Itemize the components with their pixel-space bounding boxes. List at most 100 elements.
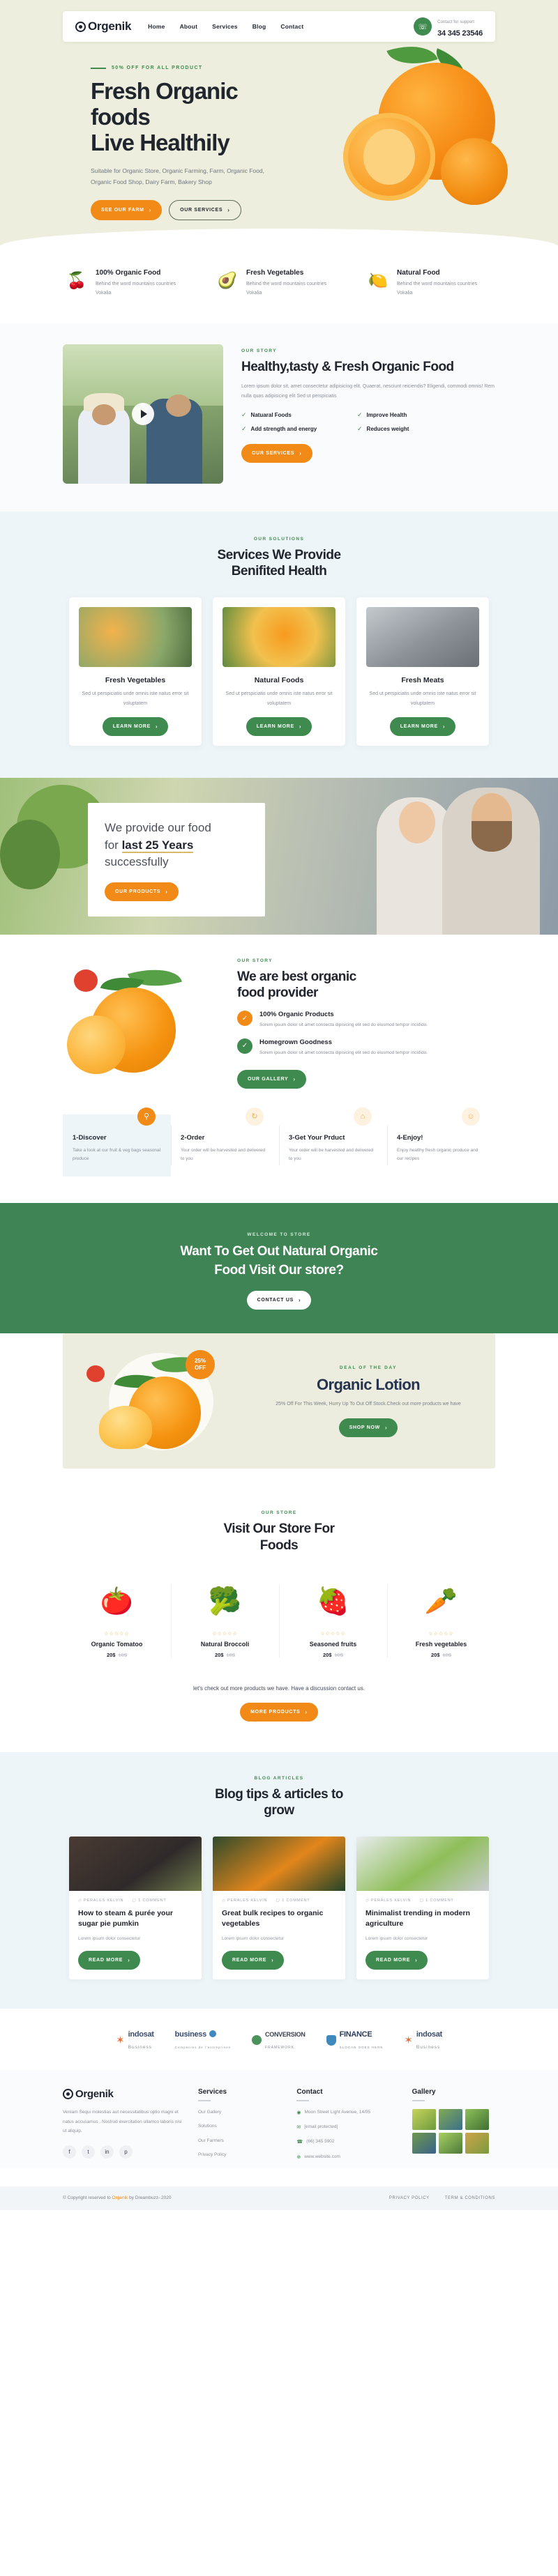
shield-icon xyxy=(326,2034,336,2046)
linkedin-icon[interactable]: in xyxy=(100,2145,114,2159)
footer-link-our-farmers[interactable]: Our Farmers xyxy=(198,2138,281,2145)
support-block[interactable]: ☏ Contact for support 34 345 23546 xyxy=(414,14,483,39)
our-products-button[interactable]: OUR PRODUCTS › xyxy=(105,882,179,902)
cta-title-line2: Food Visit Our store? xyxy=(214,1262,344,1278)
blog-card[interactable]: ◇ PERALES KELVIN ▢ 1 COMMENT How to steam … xyxy=(69,1837,202,1980)
rating-stars: ☆☆☆☆☆ xyxy=(320,1631,346,1636)
partner-logo-finance: FINANCE SLOGAN GOES HERE xyxy=(326,2028,384,2052)
location-icon: ◉ xyxy=(296,2110,301,2115)
user-icon: ◇ xyxy=(78,1899,82,1903)
cherries-icon: 🍒 xyxy=(66,271,87,290)
nav-item-contact[interactable]: Contact xyxy=(280,23,303,30)
footer-phone-text: (66) 345 5902 xyxy=(306,2139,335,2145)
hero-section: Orgenik Home About Services Blog Contact… xyxy=(0,0,558,245)
partner-logo-indosat-2: ✶ indosat Business xyxy=(404,2028,442,2052)
read-more-button[interactable]: READ MORE › xyxy=(222,1951,285,1970)
gallery-thumb[interactable] xyxy=(465,2108,489,2130)
step-item[interactable]: ↻ 2-Order Your order will be harvested a… xyxy=(171,1107,279,1176)
step-item[interactable]: ⌂ 3-Get Your Prduct Your order will be h… xyxy=(279,1107,387,1176)
nav-item-about[interactable]: About xyxy=(180,23,198,30)
read-more-button[interactable]: READ MORE › xyxy=(365,1951,428,1970)
see-our-farm-button[interactable]: SEE OUR FARM › xyxy=(91,199,163,220)
blog-meta: ◇ PERALES KELVIN ▢ 1 COMMENT xyxy=(356,1891,489,1903)
pinterest-icon[interactable]: p xyxy=(119,2145,133,2159)
smile-icon: ☺ xyxy=(462,1107,480,1126)
nav-item-home[interactable]: Home xyxy=(148,23,165,30)
nav-item-blog[interactable]: Blog xyxy=(252,23,266,30)
learn-more-button[interactable]: LEARN MORE › xyxy=(102,716,169,736)
check-label: Natuaral Foods xyxy=(250,412,292,419)
check-icon: ✓ xyxy=(241,425,247,433)
leaf-circle-icon xyxy=(63,2088,73,2099)
copyright-suffix: by Dreambuzz- 2020 xyxy=(128,2195,172,2201)
feature-text: Behind the word mountains countries Voka… xyxy=(397,281,478,296)
check-item: ✓ Improve Health xyxy=(357,411,455,419)
navbar-wrapper: Orgenik Home About Services Blog Contact… xyxy=(0,0,558,42)
play-button[interactable] xyxy=(132,402,154,425)
plus-circle-icon xyxy=(209,2030,217,2038)
footer-link-our-gallery[interactable]: Our Gallery xyxy=(198,2109,281,2116)
beard-shape xyxy=(472,820,512,852)
gallery-thumb[interactable] xyxy=(412,2132,436,2154)
user-icon: ◇ xyxy=(365,1899,370,1903)
facebook-icon[interactable]: f xyxy=(63,2145,76,2159)
provider-bullet: ✓ 100% Organic Products Sorem ipsum dolo… xyxy=(237,1011,495,1030)
footer-website[interactable]: ⊕ www.website.com xyxy=(296,2154,396,2161)
deal-text: 25% Off For This Week, Hurry Up To Out O… xyxy=(276,1402,461,1406)
check-label: Reduces weight xyxy=(366,426,409,433)
blog-image xyxy=(213,1837,345,1892)
provider-title: We are best organic food provider xyxy=(237,969,495,1001)
globe-icon: ⊕ xyxy=(296,2154,301,2160)
learn-more-button[interactable]: LEARN MORE › xyxy=(389,716,456,736)
user-icon: ◇ xyxy=(222,1899,226,1903)
partner-name: indosat xyxy=(416,2030,442,2039)
learn-more-button[interactable]: LEARN MORE › xyxy=(246,716,312,736)
shop-now-button[interactable]: SHOP NOW › xyxy=(338,1418,398,1437)
product-card[interactable]: 🍓 ☆☆☆☆☆ Seasoned fruits 20$ 10$ xyxy=(279,1572,387,1671)
gallery-thumb[interactable] xyxy=(412,2108,436,2130)
footer-logo[interactable]: Orgenik xyxy=(63,2088,183,2100)
our-gallery-button[interactable]: OUR GALLERY › xyxy=(237,1070,306,1089)
nav-item-services[interactable]: Services xyxy=(212,23,238,30)
blog-section: BLOG ARTICLES Blog tips & articles to gr… xyxy=(0,1751,558,2009)
logo[interactable]: Orgenik xyxy=(75,20,131,33)
bullet-title: 100% Organic Products xyxy=(259,1011,334,1019)
rating-stars: ☆☆☆☆☆ xyxy=(212,1631,238,1636)
gallery-thumb[interactable] xyxy=(465,2132,489,2154)
step-title: 1-Discover xyxy=(73,1133,107,1142)
blog-card[interactable]: ◇ PERALES KELVIN ▢ 1 COMMENT Minimalist tr… xyxy=(356,1837,489,1980)
about-services-button[interactable]: OUR SERVICES › xyxy=(241,444,312,463)
privacy-policy-link[interactable]: PRIVACY POLICY xyxy=(389,2196,430,2200)
gallery-thumb[interactable] xyxy=(438,2132,462,2154)
product-card[interactable]: 🥕 ☆☆☆☆☆ Fresh vegetables 20$ 10$ xyxy=(387,1572,495,1671)
step-item[interactable]: ☺ 4-Enjoy! Enjoy healthy fresh organic p… xyxy=(387,1107,495,1176)
about-video-thumbnail[interactable] xyxy=(63,344,223,484)
footer-email[interactable]: ✉ [email protected] xyxy=(296,2124,396,2131)
footer-website-text: www.website.com xyxy=(304,2154,340,2159)
read-more-button[interactable]: READ MORE › xyxy=(78,1951,141,1970)
copyright-bar: © Copyright reserved to Orgenik by Dream… xyxy=(0,2186,558,2210)
deal-eyebrow: DEAL OF THE DAY xyxy=(339,1365,398,1370)
product-card[interactable]: 🥦 ☆☆☆☆☆ Natural Broccoli 20$ 10$ xyxy=(171,1572,279,1671)
more-products-button[interactable]: MORE PRODUCTS › xyxy=(240,1702,318,1722)
copyright-brand: Orgenik xyxy=(112,2195,128,2201)
gallery-thumb[interactable] xyxy=(438,2108,462,2130)
footer-link-privacy-policy[interactable]: Privacy Policy xyxy=(198,2152,281,2159)
product-card[interactable]: 🍅 ☆☆☆☆☆ Organic Tomatoo 20$ 10$ xyxy=(63,1572,171,1671)
years-line2-prefix: for xyxy=(105,838,122,852)
blog-post-text: Lorem ipsum dolor consectetur xyxy=(365,1936,428,1942)
blog-post-text: Lorem ipsum dolor consectetur xyxy=(78,1936,141,1942)
contact-us-button[interactable]: CONTACT US › xyxy=(246,1291,312,1310)
footer-phone[interactable]: ☎ (66) 345 5902 xyxy=(296,2138,396,2146)
footer-link-solutions[interactable]: Solutions xyxy=(198,2123,281,2130)
step-item[interactable]: ⚲ 1-Discover Take a look at our fruit & … xyxy=(63,1107,171,1177)
terms-link[interactable]: TERM & CONDITIONS xyxy=(445,2196,495,2200)
product-price: 20$ 10$ xyxy=(68,1652,165,1658)
our-services-button[interactable]: OUR SERVICES › xyxy=(169,199,241,220)
support-label: Contact for support xyxy=(437,20,475,24)
blog-card[interactable]: ◇ PERALES KELVIN ▢ 1 COMMENT Great bulk re… xyxy=(213,1837,345,1980)
feature-title: 100% Organic Food xyxy=(96,268,161,277)
service-title: Fresh Meats xyxy=(401,676,444,685)
chevron-right-icon: › xyxy=(227,206,230,213)
twitter-icon[interactable]: t xyxy=(82,2145,95,2159)
